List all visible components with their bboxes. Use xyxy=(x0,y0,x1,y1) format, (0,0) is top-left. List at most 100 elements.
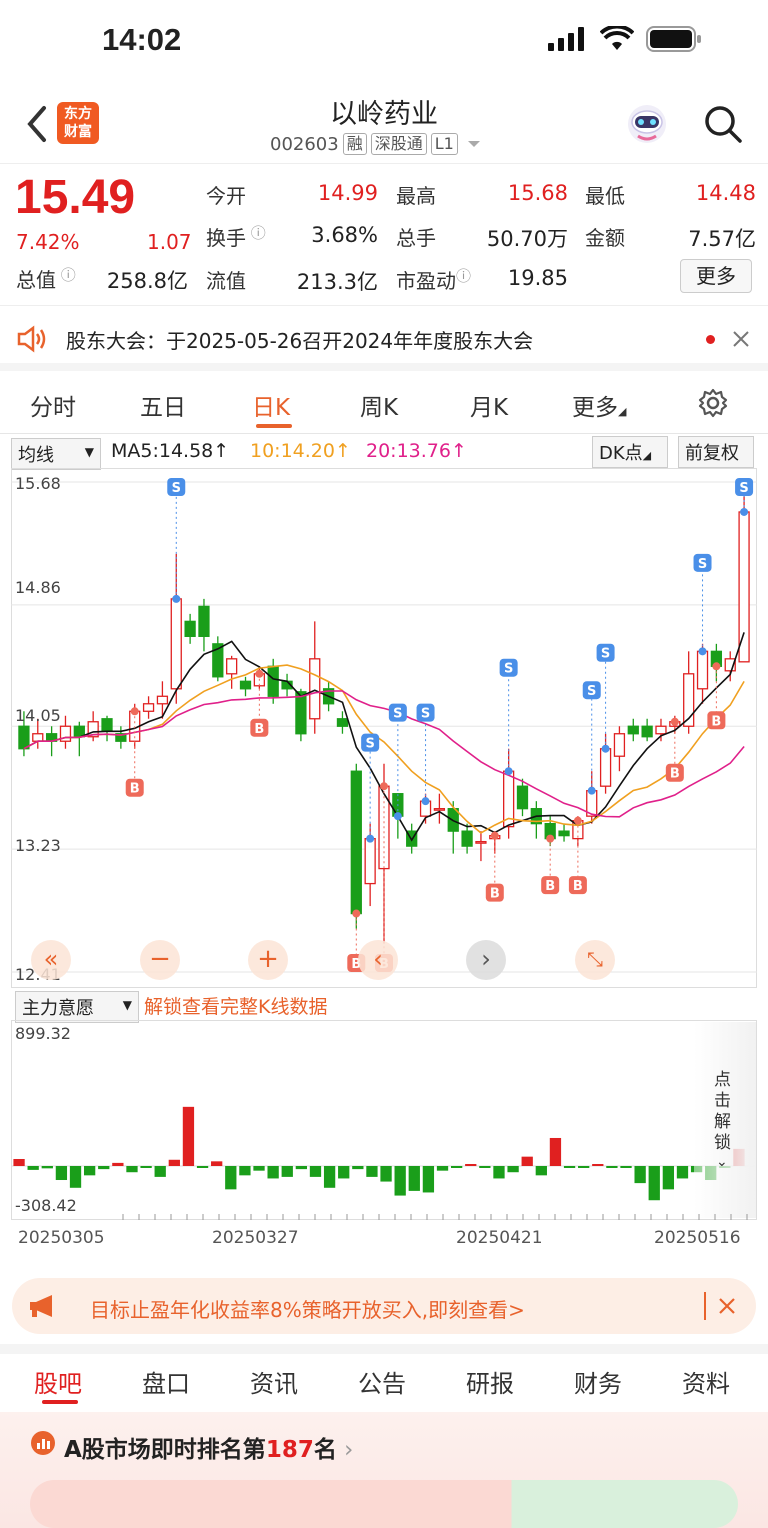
value-float: 213.3亿 xyxy=(296,270,378,294)
flow-bar xyxy=(479,1166,491,1168)
candle-body xyxy=(170,598,182,690)
tab-profile[interactable]: 资料 xyxy=(682,1364,730,1399)
settings-gear-icon[interactable] xyxy=(697,387,729,419)
ai-robot-icon[interactable] xyxy=(625,102,669,146)
candle-body xyxy=(267,665,279,697)
tab-five-day[interactable]: 五日 xyxy=(140,388,186,422)
tab-announcements[interactable]: 公告 xyxy=(358,1364,406,1399)
promo-text[interactable]: 目标止盈年化收益率8%策略开放买入,即刻查看> xyxy=(90,1294,525,1323)
y-tick-4: 13.23 xyxy=(15,836,61,855)
marker-label: S xyxy=(172,481,181,496)
zoom-out-button[interactable]: − xyxy=(140,940,180,980)
chevron-down-icon: ⌄ xyxy=(716,1154,728,1170)
tab-guba[interactable]: 股吧 xyxy=(34,1364,82,1399)
adjust-button[interactable]: 前复权 xyxy=(678,436,754,468)
candle-body xyxy=(198,605,210,637)
candle-body xyxy=(738,511,750,663)
candle-body xyxy=(641,725,653,738)
tab-daily-k[interactable]: 日K xyxy=(252,388,290,422)
flow-bar xyxy=(578,1166,590,1168)
status-time: 14:02 xyxy=(102,22,182,57)
flow-bar xyxy=(535,1166,547,1176)
tab-more[interactable]: 更多◢ xyxy=(572,388,626,422)
tab-intraday[interactable]: 分时 xyxy=(30,388,76,422)
flow-bar xyxy=(112,1162,124,1166)
corner-triangle-icon: ◢ xyxy=(618,405,627,418)
marker-dot xyxy=(490,831,499,840)
status-icons xyxy=(548,26,702,52)
unread-dot xyxy=(706,335,715,344)
dropdown-triangle-icon[interactable] xyxy=(462,136,486,152)
candle-body xyxy=(101,718,113,732)
signal-icon xyxy=(548,27,584,51)
marker-label: S xyxy=(504,662,513,677)
tab-research[interactable]: 研报 xyxy=(466,1364,514,1399)
marker-dot xyxy=(573,816,582,825)
unlock-side-panel[interactable]: 点击解锁 ⌄ xyxy=(694,1022,756,1218)
flow-bar-chart xyxy=(11,1020,757,1220)
kline-chart[interactable]: SBBBSBSSBSBBSSBSBS xyxy=(11,468,757,988)
search-icon[interactable] xyxy=(703,104,743,144)
marker-dot xyxy=(740,507,749,516)
flow-bar xyxy=(323,1166,336,1188)
candle-body xyxy=(599,748,612,787)
marker-dot xyxy=(587,786,596,795)
flow-bar xyxy=(196,1166,209,1168)
more-button[interactable]: 更多 xyxy=(680,259,752,293)
zoom-in-button[interactable]: + xyxy=(248,940,288,980)
marker-dot xyxy=(352,909,361,918)
flow-bar xyxy=(366,1166,378,1177)
value-amount: 7.57亿 xyxy=(688,227,756,251)
flow-bar xyxy=(563,1166,576,1168)
flow-bar xyxy=(225,1166,237,1190)
indicator-dropdown[interactable]: 主力意愿 ▼ xyxy=(15,991,139,1023)
scroll-right-button[interactable]: › xyxy=(466,940,506,980)
scroll-left-fast-button[interactable]: « xyxy=(31,940,71,980)
label-mktcap: 总值 ⓘ xyxy=(16,266,76,292)
tab-weekly-k[interactable]: 周K xyxy=(360,388,398,422)
flow-bar xyxy=(436,1166,449,1171)
marker-label: B xyxy=(490,887,500,902)
unlock-kline-link[interactable]: 解锁查看完整K线数据 xyxy=(144,992,327,1019)
date-label-4: 20250516 xyxy=(654,1228,741,1248)
marker-label: S xyxy=(587,684,596,699)
marker-label: S xyxy=(601,647,610,662)
marker-label: B xyxy=(130,782,140,797)
scroll-left-button[interactable]: ‹ xyxy=(358,940,398,980)
flow-bar xyxy=(450,1166,463,1168)
rank-chart-icon xyxy=(31,1431,55,1455)
info-icon: ⓘ xyxy=(456,267,472,285)
candle-body xyxy=(696,650,709,690)
label-turnover: 换手 ⓘ xyxy=(206,224,266,250)
marker-label: S xyxy=(365,737,374,752)
flow-bar xyxy=(394,1166,406,1196)
flow-bar xyxy=(676,1166,689,1179)
tab-monthly-k[interactable]: 月K xyxy=(470,388,508,422)
notice-text[interactable]: 股东大会：于2025-05-26召开2024年年度股东大会 xyxy=(66,325,533,354)
sentiment-bar xyxy=(30,1480,738,1528)
label-amount: 金额 xyxy=(585,226,625,250)
marker-label: S xyxy=(421,707,430,722)
marker-label: B xyxy=(573,879,583,894)
tab-finance[interactable]: 财务 xyxy=(574,1364,622,1399)
flow-bar xyxy=(41,1166,53,1169)
dk-point-button[interactable]: DK点◢ xyxy=(592,436,668,468)
rank-text[interactable]: A股市场即时排名第187名 › xyxy=(64,1430,353,1464)
flow-bar xyxy=(168,1159,180,1166)
flow-bar xyxy=(69,1166,82,1188)
flow-max-label: 899.32 xyxy=(15,1024,71,1043)
candle-body xyxy=(461,830,473,847)
banner-divider xyxy=(704,1292,706,1320)
y-tick-2: 14.86 xyxy=(15,578,61,597)
close-icon[interactable] xyxy=(732,330,750,348)
marker-label: B xyxy=(545,879,555,894)
candle-body xyxy=(350,770,362,915)
ma-dropdown[interactable]: 均线 ▼ xyxy=(11,438,101,470)
fullscreen-button[interactable]: ⤡ xyxy=(575,940,615,980)
banner-close-icon[interactable] xyxy=(718,1297,736,1315)
tab-news[interactable]: 资讯 xyxy=(250,1364,298,1399)
unlock-side-text[interactable]: 点击解锁 xyxy=(714,1070,734,1154)
tab-pankou[interactable]: 盘口 xyxy=(142,1364,190,1399)
flow-bar xyxy=(521,1156,533,1166)
flow-bar xyxy=(380,1166,392,1182)
